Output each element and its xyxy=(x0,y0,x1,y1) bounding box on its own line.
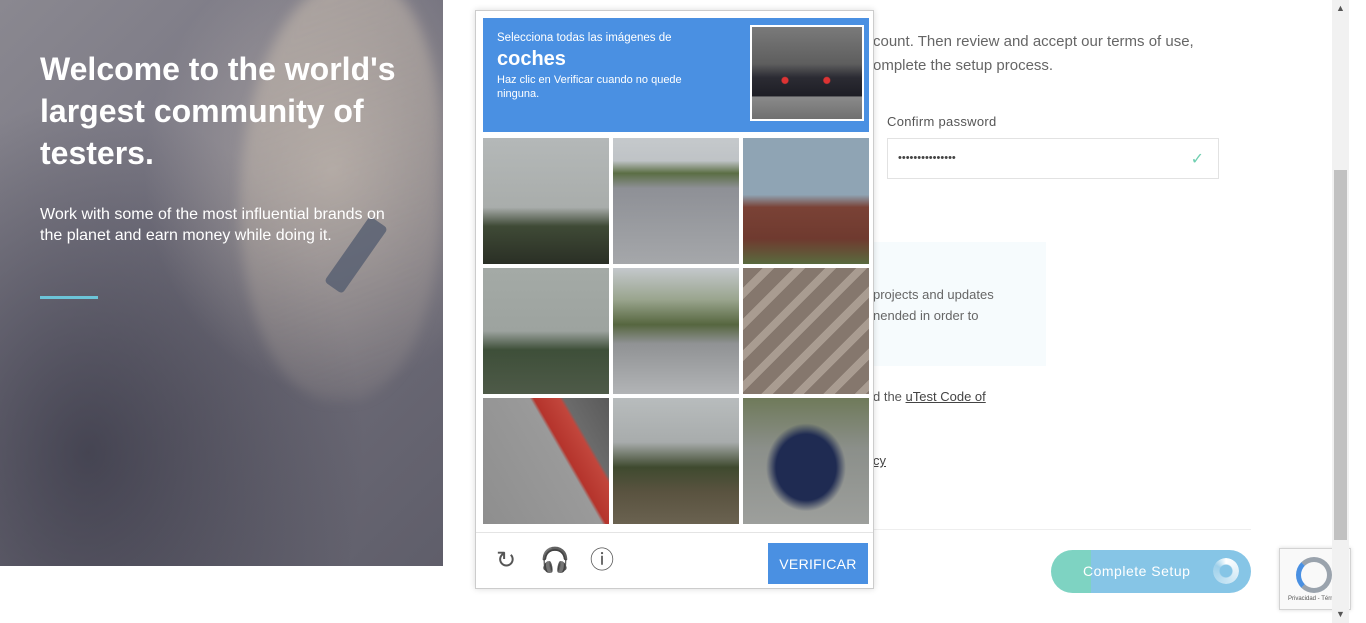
captcha-grid xyxy=(483,138,869,524)
info-icon[interactable]: ⓘ xyxy=(588,547,616,575)
confirm-password-value: ••••••••••••••• xyxy=(898,152,956,164)
scrollbar[interactable]: ▲ ▼ xyxy=(1332,0,1349,623)
audio-headphones-icon[interactable]: 🎧 xyxy=(540,547,570,575)
captcha-tile-6[interactable] xyxy=(743,268,869,394)
check-icon: ✓ xyxy=(1190,151,1204,168)
verify-button[interactable]: VERIFICAR xyxy=(768,543,868,584)
code-of-conduct-text: d the uTest Code of xyxy=(873,389,986,404)
loading-spinner-icon xyxy=(1213,558,1239,584)
code-of-conduct-prefix: d the xyxy=(873,389,906,404)
info-text: projects and updates nended in order to xyxy=(873,284,1073,326)
complete-setup-button[interactable]: Complete Setup xyxy=(1051,550,1251,593)
captcha-target: coches xyxy=(497,48,566,70)
scrollbar-thumb[interactable] xyxy=(1334,170,1347,540)
complete-setup-label: Complete Setup xyxy=(1083,563,1191,579)
captcha-tile-4[interactable] xyxy=(483,268,609,394)
accent-divider xyxy=(40,296,98,299)
scroll-up-arrow-icon[interactable]: ▲ xyxy=(1332,0,1349,17)
form-intro-line1: count. Then review and accept our terms … xyxy=(873,33,1194,50)
form-intro: count. Then review and accept our terms … xyxy=(873,30,1233,78)
captcha-tile-2[interactable] xyxy=(613,138,739,264)
info-text-line2: nended in order to xyxy=(873,308,979,323)
captcha-challenge: Selecciona todas las imágenes de coches … xyxy=(475,10,874,589)
captcha-instruction-line2: Haz clic en Verificar cuando no quede ni… xyxy=(497,74,682,100)
privacy-link[interactable]: cy xyxy=(873,453,886,468)
form-intro-line2: omplete the setup process. xyxy=(873,57,1054,74)
hero-subtitle: Work with some of the most influential b… xyxy=(40,206,385,244)
captcha-tile-7[interactable] xyxy=(483,398,609,524)
hero-title: Welcome to the world's largest community… xyxy=(40,51,396,171)
captcha-tile-5[interactable] xyxy=(613,268,739,394)
hero-panel: Welcome to the world's largest community… xyxy=(0,0,443,566)
captcha-tile-9[interactable] xyxy=(743,398,869,524)
captcha-footer: ↻ 🎧 ⓘ VERIFICAR xyxy=(476,532,873,589)
captcha-tile-3[interactable] xyxy=(743,138,869,264)
captcha-tile-8[interactable] xyxy=(613,398,739,524)
captcha-sample-image xyxy=(750,25,864,121)
reload-icon[interactable]: ↻ xyxy=(492,547,520,575)
scroll-down-arrow-icon[interactable]: ▼ xyxy=(1332,606,1349,623)
captcha-header: Selecciona todas las imágenes de coches … xyxy=(483,18,869,132)
captcha-instruction-line1: Selecciona todas las imágenes de xyxy=(497,32,672,44)
confirm-password-input[interactable]: ••••••••••••••• ✓ xyxy=(887,138,1219,179)
info-text-line1: projects and updates xyxy=(873,287,994,302)
confirm-password-label: Confirm password xyxy=(887,114,997,129)
recaptcha-logo-icon xyxy=(1296,557,1332,593)
code-of-conduct-link[interactable]: uTest Code of xyxy=(906,389,986,404)
captcha-tile-1[interactable] xyxy=(483,138,609,264)
form-divider xyxy=(873,529,1251,530)
